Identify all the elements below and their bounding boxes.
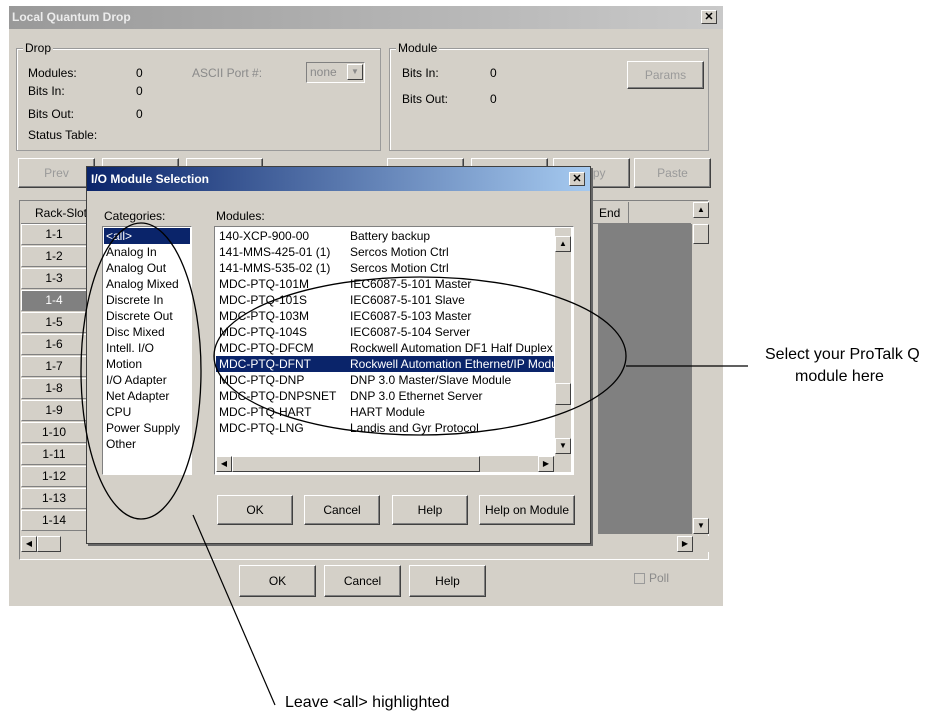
leave-all-annotation: Leave <all> highlighted [285,694,450,711]
categories-highlight-ellipse [80,222,202,520]
select-module-annotation-line1: Select your ProTalk Q [765,346,920,363]
select-module-annotation-line2: module here [795,368,884,385]
leave-callout-line [192,514,276,706]
modules-highlight-ellipse [213,276,627,436]
